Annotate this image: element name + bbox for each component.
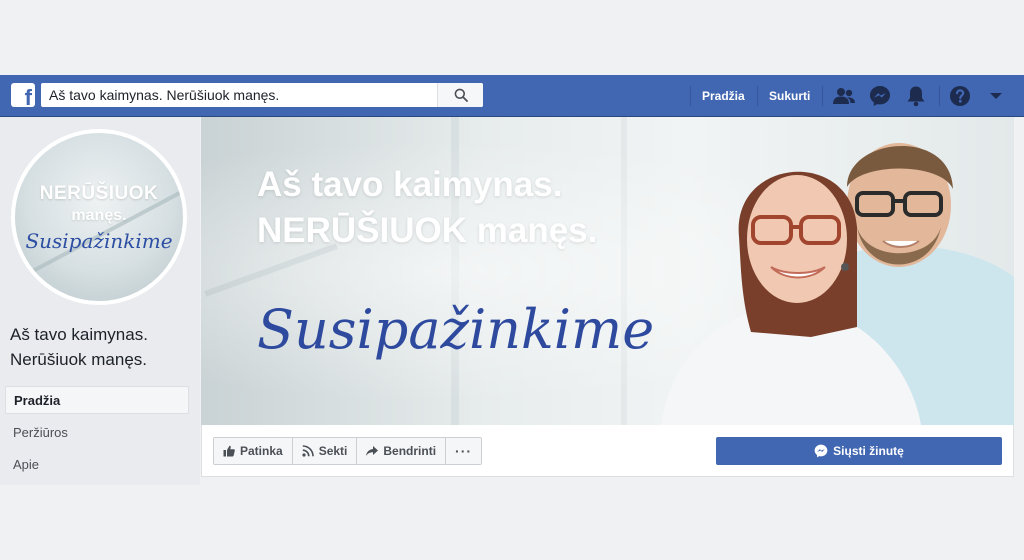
notifications-bell-icon[interactable] [904,84,928,108]
left-sidebar: NERŪŠIUOK manęs. Susipažinkime Aš tavo k… [0,117,200,485]
nav-divider [757,86,758,106]
sidebar-item-about[interactable]: Apie [5,451,189,479]
facebook-logo-icon[interactable]: f [11,83,35,107]
help-icon[interactable] [948,84,972,108]
like-button-label: Patinka [240,444,283,458]
nav-create-link[interactable]: Sukurti [769,75,810,117]
cover-headline-line1: Aš tavo kaimynas. [257,165,563,204]
search-button[interactable] [437,83,483,107]
friend-requests-icon[interactable] [832,84,856,108]
search-icon [454,88,468,102]
nav-divider [939,86,940,106]
more-options-ellipsis-icon: ··· [455,443,473,459]
nav-divider [690,86,691,106]
share-button-label: Bendrinti [383,444,437,458]
follow-button[interactable]: Sekti [293,438,358,464]
nav-divider [822,86,823,106]
cover-script-text: Susipažinkime [257,298,655,361]
account-menu-chevron-down-icon[interactable] [984,84,1008,108]
cover-photo[interactable]: Aš tavo kaimynas. NERŪŠIUOK manęs. Susip… [201,117,1014,425]
send-message-button[interactable]: Siųsti žinutę [716,437,1002,465]
profile-picture-text-line2: manęs. [71,207,127,224]
sidebar-item-home[interactable]: Pradžia [5,386,189,414]
messenger-icon[interactable] [868,84,892,108]
profile-picture[interactable]: NERŪŠIUOK manęs. Susipažinkime [11,129,187,305]
sidebar-item-reviews[interactable]: Peržiūros [5,419,189,447]
search-box [41,83,483,107]
like-button[interactable]: Patinka [214,438,293,464]
search-input[interactable] [41,83,437,107]
more-options-button[interactable]: ··· [446,438,481,464]
cover-headline-line2: NERŪŠIUOK manęs. [257,211,598,250]
page-title[interactable]: Aš tavo kaimynas. Nerūšiuok manęs. [10,322,190,372]
messenger-icon [814,444,828,458]
page-action-bar: Patinka Sekti Bendrinti ··· Siųsti žinut… [201,425,1014,477]
follow-button-label: Sekti [318,444,348,458]
share-arrow-icon [366,446,379,456]
profile-picture-script-text: Susipažinkime [25,229,173,253]
top-navigation-bar: f Pradžia Sukurti [0,75,1024,117]
thumbs-up-icon [223,445,235,457]
page-actions-group: Patinka Sekti Bendrinti ··· [213,437,483,465]
send-message-button-label: Siųsti žinutę [833,444,904,458]
profile-picture-text-line1: NERŪŠIUOK [39,183,159,204]
share-button[interactable]: Bendrinti [357,438,447,464]
nav-home-link[interactable]: Pradžia [702,75,745,117]
cover-people-photo [661,143,1014,425]
rss-follow-icon [302,445,314,457]
